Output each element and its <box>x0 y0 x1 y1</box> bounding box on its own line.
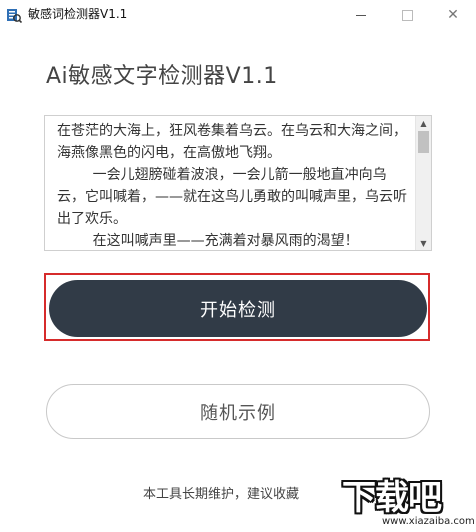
watermark-url: www.xiazaiba.com <box>382 516 475 527</box>
scroll-down-arrow-icon[interactable]: ▼ <box>416 236 431 250</box>
minimize-button[interactable] <box>338 0 384 30</box>
watermark-logo: 下载吧 www.xiazaiba.com <box>338 468 476 532</box>
vertical-scrollbar[interactable]: ▲ ▼ <box>415 116 431 250</box>
scroll-up-arrow-icon[interactable]: ▲ <box>416 116 431 130</box>
footer-note: 本工具长期维护，建议收藏 <box>143 487 300 502</box>
start-detect-button[interactable]: 开始检测 <box>49 280 427 337</box>
app-icon <box>7 9 22 23</box>
close-button[interactable]: ✕ <box>430 0 476 30</box>
scroll-thumb[interactable] <box>418 131 429 153</box>
random-example-button[interactable]: 随机示例 <box>46 384 430 439</box>
window-title: 敏感词检测器V1.1 <box>28 7 128 21</box>
close-icon: ✕ <box>447 7 459 23</box>
text-input-content[interactable]: 在苍茫的大海上，狂风卷集着乌云。在乌云和大海之间，海燕像黑色的闪电，在高傲地飞翔… <box>57 120 409 250</box>
page-title: Ai敏感文字检测器V1.1 <box>46 64 278 89</box>
maximize-icon <box>401 9 413 21</box>
maximize-button[interactable] <box>384 0 430 30</box>
watermark-brand: 下载吧 <box>342 478 442 518</box>
text-input-area[interactable]: 在苍茫的大海上，狂风卷集着乌云。在乌云和大海之间，海燕像黑色的闪电，在高傲地飞翔… <box>44 115 432 251</box>
title-bar: 敏感词检测器V1.1 ✕ <box>0 0 476 30</box>
minimize-icon <box>356 14 366 16</box>
